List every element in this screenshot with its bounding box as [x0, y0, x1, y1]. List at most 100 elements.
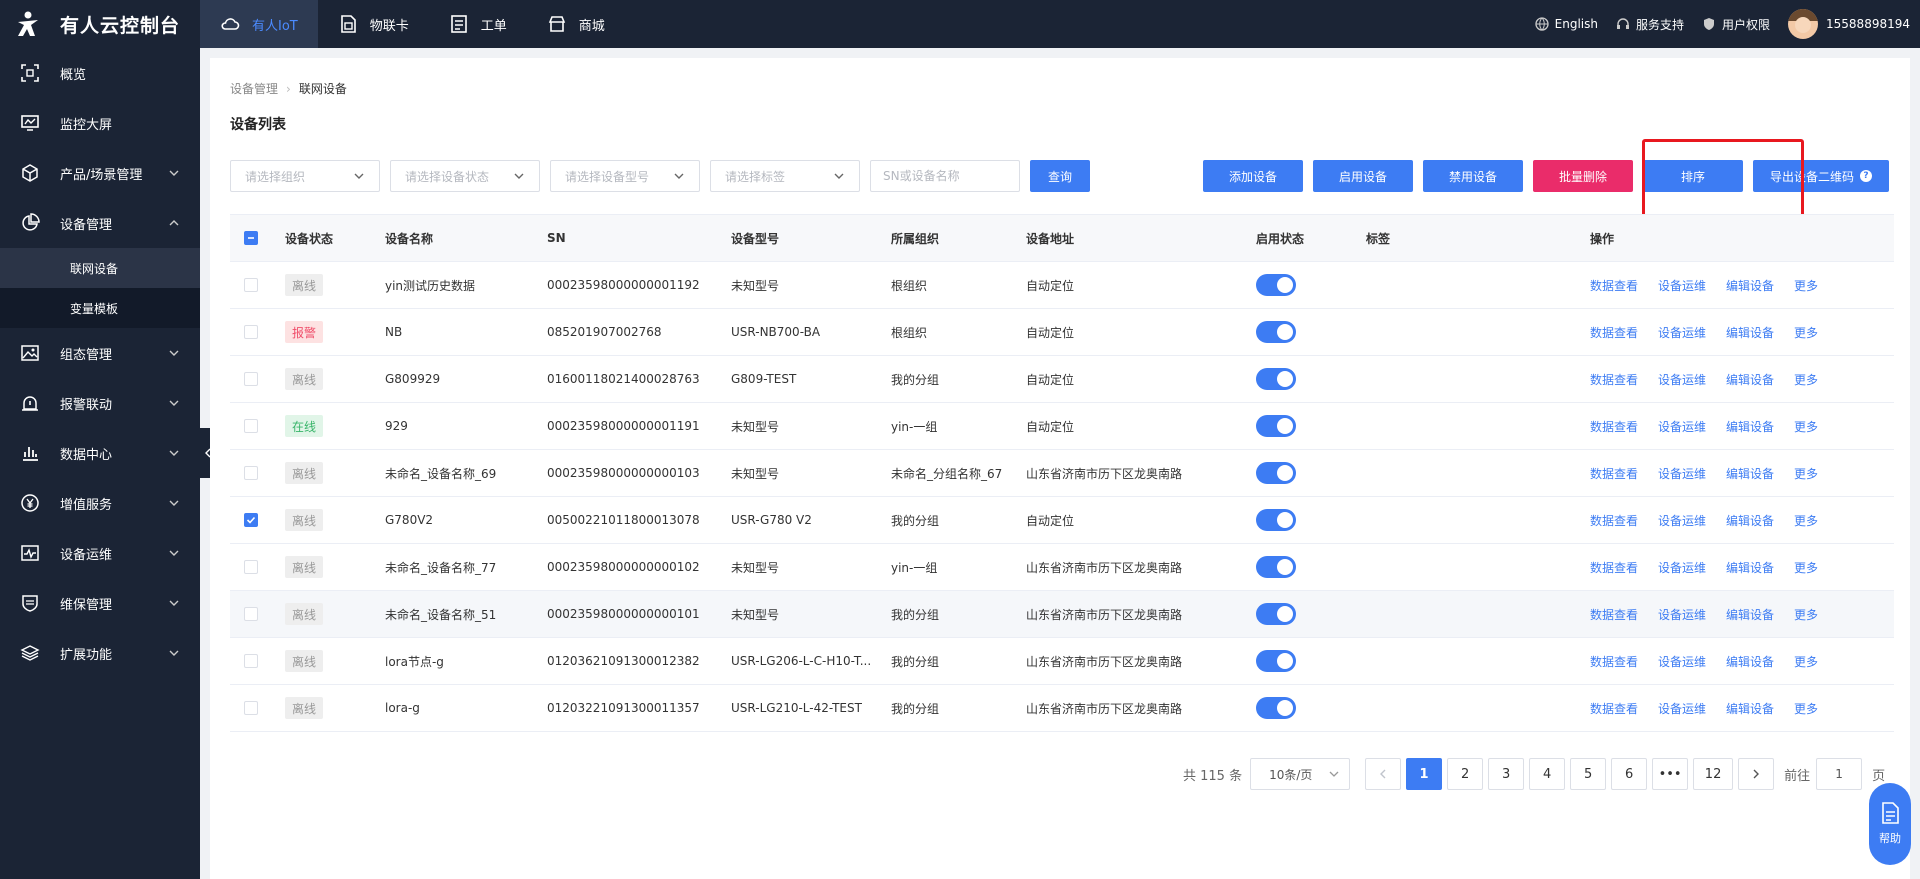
page-button[interactable]: 12 — [1693, 758, 1734, 790]
device-ops-link[interactable]: 设备运维 — [1658, 512, 1706, 529]
device-ops-link[interactable]: 设备运维 — [1658, 700, 1706, 717]
permissions-link[interactable]: 用户权限 — [1702, 16, 1770, 33]
page-button[interactable]: 5 — [1570, 758, 1607, 790]
edit-device-link[interactable]: 编辑设备 — [1726, 700, 1774, 717]
disable-device-button[interactable]: 禁用设备 — [1423, 160, 1523, 192]
page-button[interactable]: 6 — [1611, 758, 1648, 790]
view-data-link[interactable]: 数据查看 — [1590, 324, 1638, 341]
edit-device-link[interactable]: 编辑设备 — [1726, 606, 1774, 623]
row-checkbox[interactable] — [244, 607, 258, 621]
sidebar-item-device-mgmt[interactable]: 设备管理 — [0, 198, 200, 248]
row-checkbox[interactable] — [244, 466, 258, 480]
edit-device-link[interactable]: 编辑设备 — [1726, 324, 1774, 341]
enable-toggle[interactable] — [1256, 415, 1296, 437]
device-ops-link[interactable]: 设备运维 — [1658, 371, 1706, 388]
page-button[interactable]: 4 — [1529, 758, 1566, 790]
add-device-button[interactable]: 添加设备 — [1203, 160, 1303, 192]
row-checkbox[interactable] — [244, 278, 258, 292]
device-ops-link[interactable]: 设备运维 — [1658, 324, 1706, 341]
more-link[interactable]: 更多 — [1794, 324, 1818, 341]
more-link[interactable]: 更多 — [1794, 277, 1818, 294]
enable-toggle[interactable] — [1256, 509, 1296, 531]
more-link[interactable]: 更多 — [1794, 371, 1818, 388]
sidebar-item-data-center[interactable]: 数据中心 — [0, 428, 200, 478]
enable-toggle[interactable] — [1256, 462, 1296, 484]
sn-search-input[interactable] — [870, 160, 1020, 192]
edit-device-link[interactable]: 编辑设备 — [1726, 418, 1774, 435]
page-button[interactable]: 3 — [1488, 758, 1525, 790]
sidebar-item-overview[interactable]: 概览 — [0, 48, 200, 98]
select-all-checkbox[interactable] — [244, 231, 258, 245]
enable-toggle[interactable] — [1256, 274, 1296, 296]
enable-toggle[interactable] — [1256, 603, 1296, 625]
nav-shop[interactable]: 商城 — [527, 0, 625, 48]
help-button[interactable]: 帮助 — [1869, 783, 1911, 865]
more-link[interactable]: 更多 — [1794, 559, 1818, 576]
enable-toggle[interactable] — [1256, 697, 1296, 719]
row-checkbox[interactable] — [244, 560, 258, 574]
support-link[interactable]: 服务支持 — [1616, 16, 1684, 33]
goto-page-input[interactable] — [1816, 758, 1863, 790]
next-page-button[interactable] — [1738, 758, 1775, 790]
row-checkbox[interactable] — [244, 513, 258, 527]
device-ops-link[interactable]: 设备运维 — [1658, 606, 1706, 623]
breadcrumb-parent[interactable]: 设备管理 — [230, 80, 278, 97]
sidebar-subitem-variable-template[interactable]: 变量模板 — [0, 288, 200, 328]
device-ops-link[interactable]: 设备运维 — [1658, 465, 1706, 482]
view-data-link[interactable]: 数据查看 — [1590, 465, 1638, 482]
view-data-link[interactable]: 数据查看 — [1590, 277, 1638, 294]
device-ops-link[interactable]: 设备运维 — [1658, 277, 1706, 294]
status-select[interactable]: 请选择设备状态 — [390, 160, 540, 192]
edit-device-link[interactable]: 编辑设备 — [1726, 512, 1774, 529]
row-checkbox[interactable] — [244, 701, 258, 715]
more-link[interactable]: 更多 — [1794, 512, 1818, 529]
device-ops-link[interactable]: 设备运维 — [1658, 418, 1706, 435]
more-link[interactable]: 更多 — [1794, 700, 1818, 717]
enable-toggle[interactable] — [1256, 368, 1296, 390]
edit-device-link[interactable]: 编辑设备 — [1726, 371, 1774, 388]
sidebar-subitem-networked-devices[interactable]: 联网设备 — [0, 248, 200, 288]
sidebar-item-alarm[interactable]: 报警联动 — [0, 378, 200, 428]
model-select[interactable]: 请选择设备型号 — [550, 160, 700, 192]
nav-sim[interactable]: 物联卡 — [318, 0, 429, 48]
row-checkbox[interactable] — [244, 372, 258, 386]
nav-iot[interactable]: 有人IoT — [200, 0, 318, 48]
enable-toggle[interactable] — [1256, 321, 1296, 343]
device-ops-link[interactable]: 设备运维 — [1658, 653, 1706, 670]
batch-delete-button[interactable]: 批量删除 — [1533, 160, 1633, 192]
view-data-link[interactable]: 数据查看 — [1590, 418, 1638, 435]
sidebar-item-maintenance[interactable]: 维保管理 — [0, 578, 200, 628]
more-link[interactable]: 更多 — [1794, 606, 1818, 623]
enable-toggle[interactable] — [1256, 556, 1296, 578]
sidebar-item-monitor[interactable]: 监控大屏 — [0, 98, 200, 148]
sidebar-item-extensions[interactable]: 扩展功能 — [0, 628, 200, 678]
row-checkbox[interactable] — [244, 654, 258, 668]
nav-ticket[interactable]: 工单 — [429, 0, 527, 48]
query-button[interactable]: 查询 — [1030, 160, 1090, 192]
sidebar-item-product[interactable]: 产品/场景管理 — [0, 148, 200, 198]
sidebar-item-config[interactable]: 组态管理 — [0, 328, 200, 378]
row-checkbox[interactable] — [244, 325, 258, 339]
org-select[interactable]: 请选择组织 — [230, 160, 380, 192]
prev-page-button[interactable] — [1365, 758, 1402, 790]
tag-select[interactable]: 请选择标签 — [710, 160, 860, 192]
view-data-link[interactable]: 数据查看 — [1590, 653, 1638, 670]
view-data-link[interactable]: 数据查看 — [1590, 371, 1638, 388]
view-data-link[interactable]: 数据查看 — [1590, 559, 1638, 576]
enable-device-button[interactable]: 启用设备 — [1313, 160, 1413, 192]
language-switch[interactable]: English — [1534, 17, 1598, 31]
device-ops-link[interactable]: 设备运维 — [1658, 559, 1706, 576]
view-data-link[interactable]: 数据查看 — [1590, 512, 1638, 529]
row-checkbox[interactable] — [244, 419, 258, 433]
page-button[interactable]: 1 — [1406, 758, 1443, 790]
more-link[interactable]: 更多 — [1794, 418, 1818, 435]
edit-device-link[interactable]: 编辑设备 — [1726, 559, 1774, 576]
page-button[interactable]: ••• — [1652, 758, 1689, 790]
more-link[interactable]: 更多 — [1794, 465, 1818, 482]
view-data-link[interactable]: 数据查看 — [1590, 606, 1638, 623]
sidebar-item-value-added[interactable]: 增值服务 — [0, 478, 200, 528]
user-menu[interactable]: 15588898194 — [1788, 9, 1910, 39]
view-data-link[interactable]: 数据查看 — [1590, 700, 1638, 717]
page-button[interactable]: 2 — [1447, 758, 1484, 790]
edit-device-link[interactable]: 编辑设备 — [1726, 277, 1774, 294]
